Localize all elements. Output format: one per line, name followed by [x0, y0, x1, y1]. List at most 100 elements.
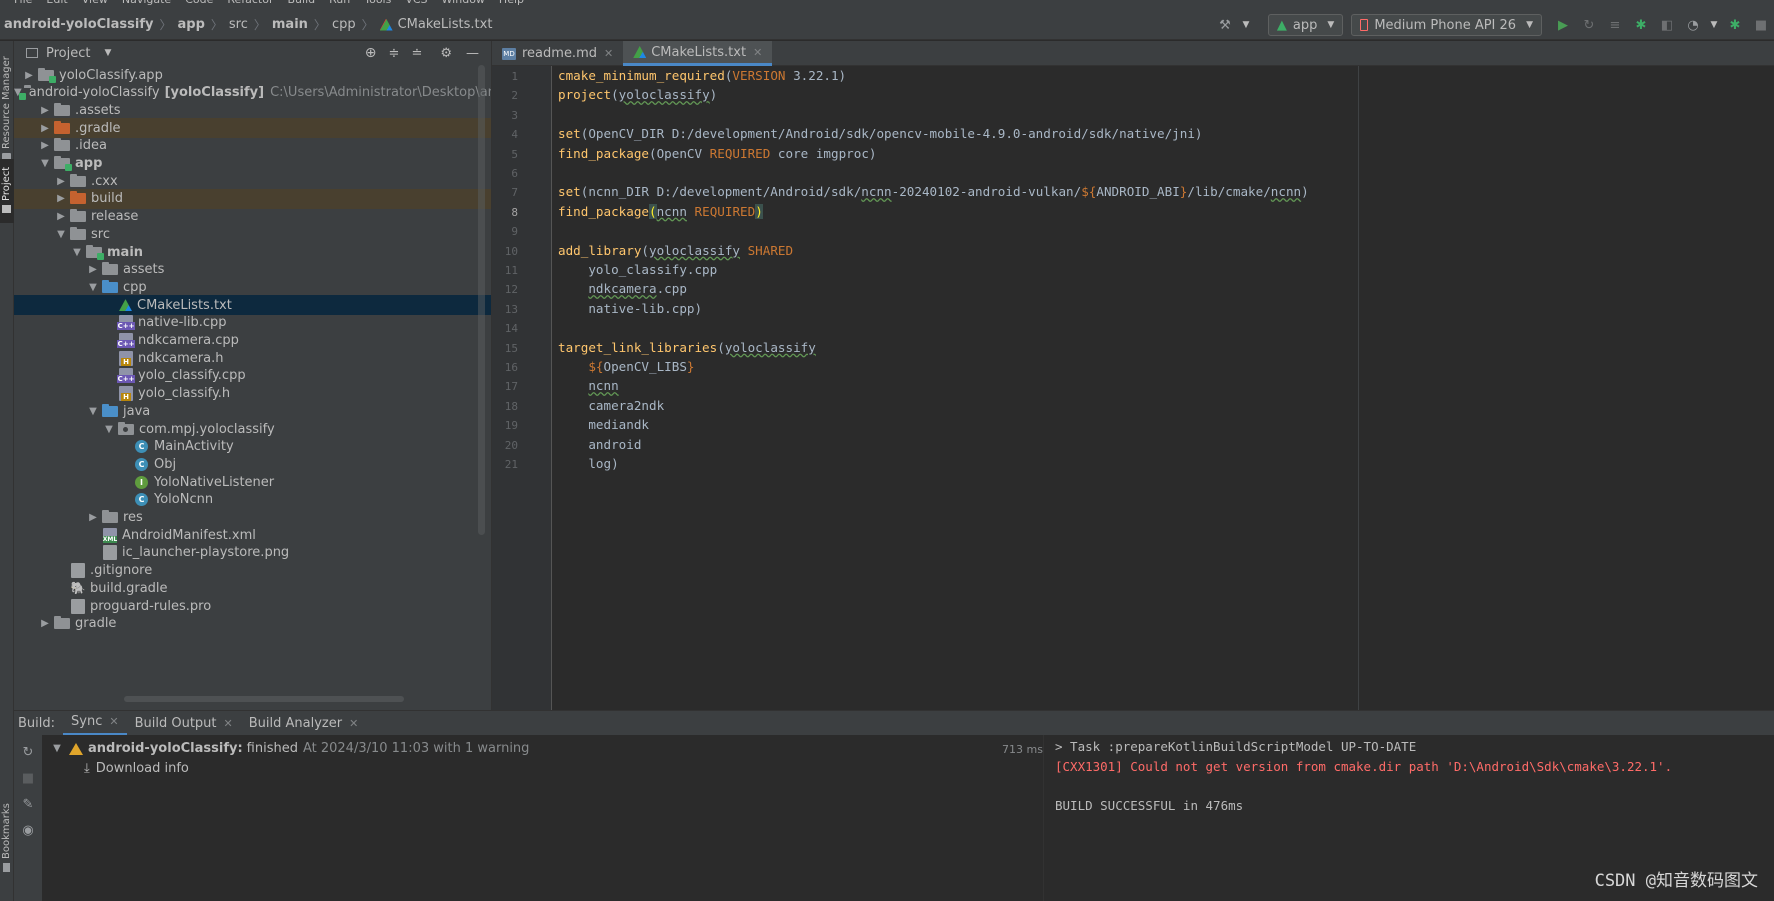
project-tree-scrollbar[interactable]: [478, 65, 485, 535]
download-info-label: Download info: [95, 761, 189, 776]
profile-icon[interactable]: ◔: [1683, 15, 1703, 35]
menu-item[interactable]: Navigate: [122, 0, 171, 6]
chevron-down-icon[interactable]: ▼: [86, 282, 100, 293]
project-view-select[interactable]: Project: [46, 46, 90, 61]
tree-item-label: assets: [123, 262, 165, 278]
breadcrumb-item[interactable]: cpp: [332, 17, 356, 32]
chevron-right-icon[interactable]: ▶: [38, 140, 52, 151]
bookmarks-tab[interactable]: Bookmarks: [1, 803, 12, 859]
menu-item[interactable]: Help: [499, 0, 524, 6]
breadcrumb-item[interactable]: CMakeLists.txt: [379, 17, 492, 32]
line-number: 8: [511, 205, 518, 219]
pin-icon[interactable]: ✎: [20, 797, 36, 813]
code-line: ndkcamera.cpp: [558, 281, 687, 296]
chevron-down-icon[interactable]: ▼: [50, 743, 64, 754]
device-select[interactable]: Medium Phone API 26 ▼: [1351, 14, 1542, 36]
resource-manager-tab[interactable]: Resource Manager: [1, 56, 12, 149]
chevron-down-icon[interactable]: ▼: [86, 406, 100, 417]
breadcrumb-item[interactable]: android-yoloClassify: [4, 17, 153, 32]
chevron-right-icon[interactable]: ▶: [38, 618, 52, 629]
rerun-icon[interactable]: ↻: [1579, 15, 1599, 35]
code-token: ANDROID_ABI: [1096, 184, 1180, 200]
chevron-right-icon[interactable]: ▶: [54, 193, 68, 204]
build-console-output[interactable]: > Task :prepareKotlinBuildScriptModel UP…: [1045, 735, 1774, 901]
close-icon[interactable]: ✕: [224, 717, 233, 730]
eye-icon[interactable]: ◉: [20, 823, 36, 839]
menu-item[interactable]: Build: [288, 0, 316, 6]
project-tree-horizontal-scrollbar[interactable]: [124, 696, 404, 702]
refresh-icon[interactable]: ↻: [20, 745, 36, 761]
menu-item[interactable]: Refactor: [227, 0, 273, 6]
menu-item[interactable]: Tools: [364, 0, 391, 6]
make-project-hammer-icon[interactable]: ⚒: [1215, 15, 1235, 35]
menu-item[interactable]: Edit: [46, 0, 67, 6]
tab-build-analyzer[interactable]: Build Analyzer ✕: [241, 711, 367, 736]
build-tree-root[interactable]: ▼ android-yoloClassify: finished At 2024…: [50, 741, 529, 756]
chevron-right-icon[interactable]: ▶: [86, 264, 100, 275]
close-icon[interactable]: ✕: [604, 47, 613, 60]
console-line: [CXX1301] Could not get version from cma…: [1055, 758, 1673, 774]
run-icon[interactable]: ▶: [1553, 15, 1573, 35]
tab-sync[interactable]: Sync ✕: [63, 711, 127, 736]
menu-item[interactable]: View: [82, 0, 108, 6]
breadcrumb-item[interactable]: src: [229, 17, 248, 32]
tab-readme[interactable]: MD readme.md ✕: [492, 41, 623, 66]
collapse-all-icon[interactable]: ≐: [411, 46, 422, 61]
code-token: yolo_classify.cpp: [558, 262, 718, 277]
code-token: yoloclassify: [618, 87, 710, 103]
tab-label: CMakeLists.txt: [651, 44, 747, 60]
line-number: 14: [504, 322, 518, 336]
chevron-down-icon[interactable]: ▼: [54, 229, 68, 240]
chevron-right-icon[interactable]: ▶: [38, 105, 52, 116]
chevron-right-icon[interactable]: ▶: [54, 176, 68, 187]
menu-item[interactable]: VCS: [405, 0, 427, 6]
tree-item-label: YoloNativeListener: [154, 474, 275, 490]
menu-item[interactable]: Code: [185, 0, 213, 6]
run-configuration-select[interactable]: ▲ app ▼: [1267, 14, 1344, 36]
close-icon[interactable]: ✕: [349, 717, 358, 730]
project-tab[interactable]: Project: [1, 167, 12, 201]
chevron-right-icon[interactable]: ▶: [38, 123, 52, 134]
tab-build-output[interactable]: Build Output ✕: [127, 711, 241, 736]
tab-cmakelists[interactable]: CMakeLists.txt ✕: [623, 41, 773, 66]
expand-all-icon[interactable]: ≑: [389, 46, 400, 61]
build-tree-child[interactable]: ⤓ Download info: [84, 761, 189, 776]
close-icon[interactable]: ✕: [109, 715, 118, 728]
tree-item-label: CMakeLists.txt: [137, 297, 232, 313]
chevron-down-icon[interactable]: ▼: [104, 48, 111, 58]
locate-file-icon[interactable]: ⊕: [365, 45, 377, 61]
chevron-down-icon[interactable]: ▼: [70, 247, 84, 258]
chevron-right-icon[interactable]: ▶: [54, 211, 68, 222]
line-number: 6: [511, 167, 518, 180]
stop-icon[interactable]: ■: [20, 771, 36, 787]
minimize-icon[interactable]: —: [466, 46, 479, 61]
chevron-down-icon[interactable]: ▼: [102, 424, 116, 435]
tree-item[interactable]: ▶ gradle: [14, 614, 491, 634]
chevron-right-icon: 〉: [253, 18, 266, 32]
chevron-down-icon[interactable]: ▼: [1709, 15, 1719, 35]
project-panel-header: Project ▼ ⊕ ≑ ≐ ⚙ —: [14, 41, 491, 65]
chevron-right-icon[interactable]: ▶: [22, 70, 36, 81]
menu-item[interactable]: Window: [442, 0, 485, 6]
gear-icon[interactable]: ⚙: [440, 46, 452, 61]
chevron-down-icon[interactable]: ▼: [38, 158, 52, 169]
header-file-icon: [119, 386, 133, 402]
menu-item[interactable]: Run: [329, 0, 350, 6]
menu-item[interactable]: File: [14, 0, 32, 6]
breadcrumb-item[interactable]: app: [177, 17, 204, 32]
code-token: ): [709, 87, 718, 103]
code-editor[interactable]: 1 2 3 4 5 6 7 8 9 10 11 12 13 14 15 16 17 18 19 20 21 cmake_…: [492, 66, 1774, 710]
close-icon[interactable]: ✕: [753, 46, 762, 59]
attach-debugger-icon[interactable]: ◧: [1657, 15, 1677, 35]
chevron-right-icon[interactable]: ▶: [86, 512, 100, 523]
code-token: find_package: [558, 145, 649, 161]
chevron-down-icon[interactable]: ▼: [1241, 15, 1251, 35]
code-token: ndkcamera: [588, 281, 657, 297]
sync-gradle-icon[interactable]: ✱: [1725, 15, 1745, 35]
debug-icon[interactable]: ✱: [1631, 15, 1651, 35]
apply-changes-icon[interactable]: ≡: [1605, 15, 1625, 35]
stop-icon[interactable]: ■: [1751, 15, 1771, 35]
breadcrumb-item[interactable]: main: [272, 17, 308, 32]
